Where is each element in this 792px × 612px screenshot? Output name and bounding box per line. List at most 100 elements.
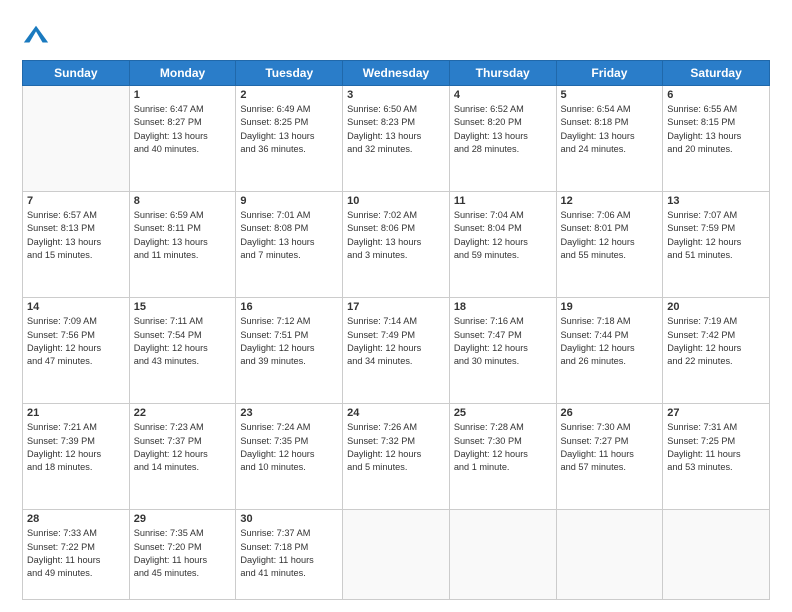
calendar-day-cell: 16Sunrise: 7:12 AMSunset: 7:51 PMDayligh… [236,298,343,404]
day-info: Sunrise: 6:59 AMSunset: 8:11 PMDaylight:… [134,209,232,262]
day-number: 27 [667,407,765,419]
day-info: Sunrise: 7:21 AMSunset: 7:39 PMDaylight:… [27,421,125,474]
day-info: Sunrise: 7:14 AMSunset: 7:49 PMDaylight:… [347,315,445,368]
day-number: 19 [561,301,659,313]
day-info: Sunrise: 7:31 AMSunset: 7:25 PMDaylight:… [667,421,765,474]
calendar-week-row: 28 Sunrise: 7:33 AMSunset: 7:22 PMDayligh… [23,510,770,600]
day-number: 28 [27,513,125,525]
day-number: 20 [667,301,765,313]
calendar-day-cell [556,510,663,600]
day-number: 17 [347,301,445,313]
day-number: 18 [454,301,552,313]
calendar-day-cell: 9Sunrise: 7:01 AMSunset: 8:08 PMDaylight… [236,192,343,298]
day-info: Sunrise: 7:37 AMSunset: 7:18 PMDaylight:… [240,527,338,580]
calendar-day-cell: 25 Sunrise: 7:28 AMSunset: 7:30 PMDayligh… [449,404,556,510]
day-number: 25 [454,407,552,419]
day-number: 26 [561,407,659,419]
calendar-day-cell: 29 Sunrise: 7:35 AMSunset: 7:20 PMDayligh… [129,510,236,600]
day-info: Sunrise: 7:28 AMSunset: 7:30 PMDaylight:… [454,421,552,474]
day-number: 10 [347,195,445,207]
day-info: Sunrise: 7:04 AMSunset: 8:04 PMDaylight:… [454,209,552,262]
day-info: Sunrise: 7:02 AMSunset: 8:06 PMDaylight:… [347,209,445,262]
day-info: Sunrise: 7:26 AMSunset: 7:32 PMDaylight:… [347,421,445,474]
calendar-day-cell: 8 Sunrise: 6:59 AMSunset: 8:11 PMDaylight… [129,192,236,298]
calendar-day-cell: 4 Sunrise: 6:52 AMSunset: 8:20 PMDaylight… [449,86,556,192]
day-number: 13 [667,195,765,207]
calendar-day-header: Sunday [23,61,130,86]
calendar-header-row: SundayMondayTuesdayWednesdayThursdayFrid… [23,61,770,86]
day-info: Sunrise: 6:54 AMSunset: 8:18 PMDaylight:… [561,103,659,156]
day-number: 22 [134,407,232,419]
header [22,18,770,50]
calendar-day-cell: 13Sunrise: 7:07 AMSunset: 7:59 PMDayligh… [663,192,770,298]
calendar-day-cell: 7 Sunrise: 6:57 AMSunset: 8:13 PMDaylight… [23,192,130,298]
day-number: 12 [561,195,659,207]
day-info: Sunrise: 6:49 AMSunset: 8:25 PMDaylight:… [240,103,338,156]
day-number: 16 [240,301,338,313]
calendar-day-cell: 27 Sunrise: 7:31 AMSunset: 7:25 PMDayligh… [663,404,770,510]
day-info: Sunrise: 7:33 AMSunset: 7:22 PMDaylight:… [27,527,125,580]
calendar-day-cell: 20 Sunrise: 7:19 AMSunset: 7:42 PMDayligh… [663,298,770,404]
calendar-day-cell: 5 Sunrise: 6:54 AMSunset: 8:18 PMDaylight… [556,86,663,192]
day-number: 1 [134,89,232,101]
calendar-day-cell: 11 Sunrise: 7:04 AMSunset: 8:04 PMDayligh… [449,192,556,298]
day-number: 8 [134,195,232,207]
day-info: Sunrise: 7:16 AMSunset: 7:47 PMDaylight:… [454,315,552,368]
day-info: Sunrise: 7:18 AMSunset: 7:44 PMDaylight:… [561,315,659,368]
calendar-day-cell: 28 Sunrise: 7:33 AMSunset: 7:22 PMDayligh… [23,510,130,600]
day-info: Sunrise: 7:24 AMSunset: 7:35 PMDaylight:… [240,421,338,474]
day-number: 3 [347,89,445,101]
calendar-week-row: 7 Sunrise: 6:57 AMSunset: 8:13 PMDaylight… [23,192,770,298]
day-number: 15 [134,301,232,313]
calendar-day-cell: 10 Sunrise: 7:02 AMSunset: 8:06 PMDayligh… [343,192,450,298]
day-info: Sunrise: 7:06 AMSunset: 8:01 PMDaylight:… [561,209,659,262]
calendar-day-cell [663,510,770,600]
day-number: 30 [240,513,338,525]
day-number: 6 [667,89,765,101]
calendar-week-row: 1 Sunrise: 6:47 AMSunset: 8:27 PMDaylight… [23,86,770,192]
calendar-day-cell: 18 Sunrise: 7:16 AMSunset: 7:47 PMDayligh… [449,298,556,404]
day-number: 29 [134,513,232,525]
day-info: Sunrise: 6:52 AMSunset: 8:20 PMDaylight:… [454,103,552,156]
day-info: Sunrise: 7:19 AMSunset: 7:42 PMDaylight:… [667,315,765,368]
calendar-day-cell: 30 Sunrise: 7:37 AMSunset: 7:18 PMDayligh… [236,510,343,600]
calendar-day-cell: 2 Sunrise: 6:49 AMSunset: 8:25 PMDaylight… [236,86,343,192]
day-number: 9 [240,195,338,207]
calendar-day-header: Thursday [449,61,556,86]
calendar-day-cell: 15 Sunrise: 7:11 AMSunset: 7:54 PMDayligh… [129,298,236,404]
day-number: 7 [27,195,125,207]
calendar-day-cell: 24 Sunrise: 7:26 AMSunset: 7:32 PMDayligh… [343,404,450,510]
calendar-day-cell: 3 Sunrise: 6:50 AMSunset: 8:23 PMDaylight… [343,86,450,192]
day-number: 24 [347,407,445,419]
calendar-day-cell: 14Sunrise: 7:09 AMSunset: 7:56 PMDayligh… [23,298,130,404]
day-number: 5 [561,89,659,101]
calendar-day-cell: 1 Sunrise: 6:47 AMSunset: 8:27 PMDaylight… [129,86,236,192]
calendar-day-cell: 12 Sunrise: 7:06 AMSunset: 8:01 PMDayligh… [556,192,663,298]
calendar-day-cell: 17 Sunrise: 7:14 AMSunset: 7:49 PMDayligh… [343,298,450,404]
calendar-day-cell [449,510,556,600]
calendar-day-cell: 22 Sunrise: 7:23 AMSunset: 7:37 PMDayligh… [129,404,236,510]
calendar-day-cell [343,510,450,600]
day-info: Sunrise: 7:23 AMSunset: 7:37 PMDaylight:… [134,421,232,474]
logo [22,22,54,50]
day-number: 11 [454,195,552,207]
day-info: Sunrise: 6:55 AMSunset: 8:15 PMDaylight:… [667,103,765,156]
day-number: 4 [454,89,552,101]
day-info: Sunrise: 7:11 AMSunset: 7:54 PMDaylight:… [134,315,232,368]
calendar-day-cell: 19 Sunrise: 7:18 AMSunset: 7:44 PMDayligh… [556,298,663,404]
day-info: Sunrise: 6:47 AMSunset: 8:27 PMDaylight:… [134,103,232,156]
day-info: Sunrise: 7:30 AMSunset: 7:27 PMDaylight:… [561,421,659,474]
day-info: Sunrise: 7:09 AMSunset: 7:56 PMDaylight:… [27,315,125,368]
calendar-day-header: Friday [556,61,663,86]
calendar-day-header: Wednesday [343,61,450,86]
calendar-table: SundayMondayTuesdayWednesdayThursdayFrid… [22,60,770,600]
day-info: Sunrise: 6:57 AMSunset: 8:13 PMDaylight:… [27,209,125,262]
day-info: Sunrise: 7:35 AMSunset: 7:20 PMDaylight:… [134,527,232,580]
day-number: 23 [240,407,338,419]
calendar-day-header: Monday [129,61,236,86]
day-info: Sunrise: 6:50 AMSunset: 8:23 PMDaylight:… [347,103,445,156]
calendar-day-cell: 6 Sunrise: 6:55 AMSunset: 8:15 PMDaylight… [663,86,770,192]
day-number: 2 [240,89,338,101]
calendar-day-cell: 23 Sunrise: 7:24 AMSunset: 7:35 PMDayligh… [236,404,343,510]
calendar-day-header: Tuesday [236,61,343,86]
